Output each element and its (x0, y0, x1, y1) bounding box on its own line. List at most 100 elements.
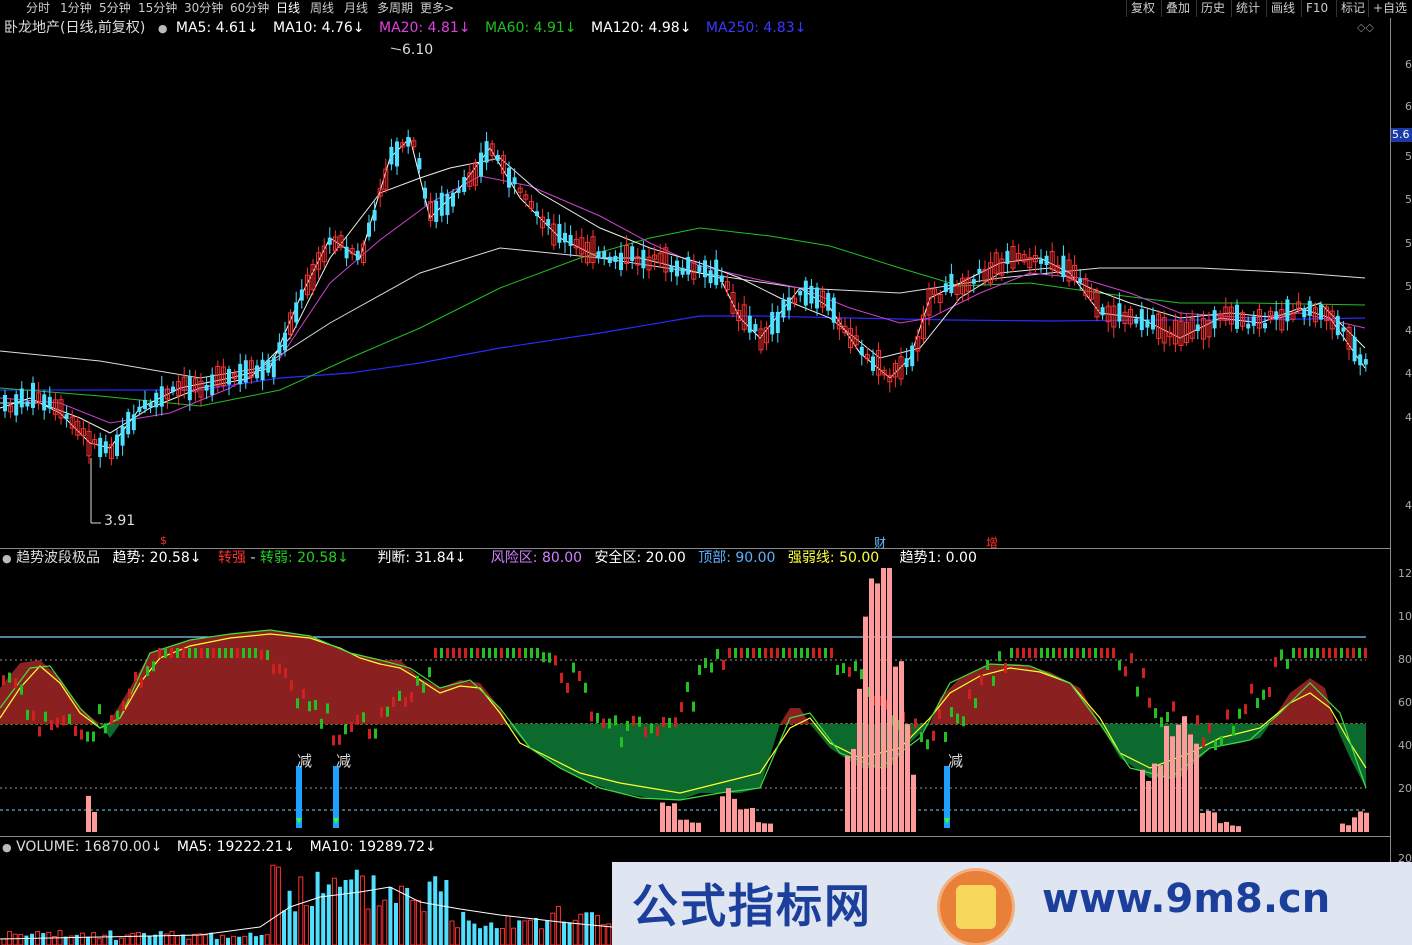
histogram-bar (887, 568, 892, 832)
period-tab-1min[interactable]: 1分钟 (60, 0, 92, 17)
candle-body (484, 141, 489, 163)
oscillator-stick (338, 734, 341, 745)
oscillator-stick (68, 714, 71, 725)
oscillator-stick (950, 707, 953, 718)
btn-mark[interactable]: 标记 (1336, 0, 1369, 17)
candle-body (803, 280, 808, 306)
candle-body (1302, 308, 1307, 318)
oscillator-stick (368, 728, 371, 739)
histogram-bar (696, 822, 701, 832)
watermark-url: www.9m8.cn (1042, 876, 1331, 922)
volume-bar (203, 934, 209, 945)
oscillator-stick (158, 648, 161, 658)
oscillator-stick (662, 717, 665, 728)
period-tab-month[interactable]: 月线 (344, 0, 368, 17)
oscillator-stick (194, 648, 197, 658)
oscillator-stick (530, 648, 533, 658)
candle-body (439, 192, 444, 216)
volume-bar (343, 880, 348, 945)
oscillator-stick (74, 726, 77, 737)
candle-body (1117, 303, 1122, 322)
oscillator-stick (422, 682, 425, 693)
indicator-chart[interactable] (0, 568, 1390, 836)
period-tab-week[interactable]: 周线 (310, 0, 334, 17)
oscillator-stick (1196, 715, 1199, 726)
candle-body (1263, 323, 1267, 329)
period-tab-60min[interactable]: 60分钟 (230, 0, 269, 17)
oscillator-stick (176, 648, 179, 658)
oscillator-stick (806, 648, 809, 658)
oscillator-stick (1058, 648, 1061, 658)
volume-bar (24, 935, 29, 945)
oscillator-stick (626, 720, 629, 731)
candle-body (781, 299, 786, 318)
oscillator-stick (1082, 648, 1085, 658)
volume-bar (338, 886, 342, 945)
btn-fuquan[interactable]: 复权 (1126, 0, 1159, 17)
candle-body (3, 394, 7, 412)
candlestick-chart[interactable] (0, 18, 1390, 548)
volume-bar (461, 911, 466, 945)
event-marker-s[interactable]: $ (160, 534, 167, 547)
btn-stats[interactable]: 统计 (1231, 0, 1264, 17)
volume-chart[interactable] (0, 857, 612, 945)
volume-bar (499, 928, 505, 945)
volume-bar (590, 912, 594, 945)
oscillator-stick (1076, 648, 1079, 658)
candle-body (770, 311, 775, 335)
volume-bar (483, 925, 488, 945)
oscillator-stick (380, 707, 383, 718)
oscillator-stick (848, 666, 851, 677)
oscillator-stick (62, 715, 65, 726)
oscillator-stick (410, 691, 413, 702)
btn-history[interactable]: 历史 (1196, 0, 1229, 17)
period-tab-tick[interactable]: 分时 (26, 0, 50, 17)
oscillator-stick (1016, 648, 1019, 658)
period-tab-day[interactable]: 日线 (276, 0, 300, 17)
period-tab-5min[interactable]: 5分钟 (99, 0, 131, 17)
candle-body (1078, 278, 1083, 283)
volume-settings-dot-icon[interactable]: ● (2, 841, 12, 854)
histogram-bar (1230, 825, 1235, 832)
oscillator-stick (566, 682, 569, 693)
candle-body (1285, 299, 1290, 322)
indicator-tick: 20 (1398, 782, 1412, 795)
oscillator-stick (1142, 668, 1145, 679)
histogram-bar (1176, 724, 1181, 832)
period-tab-30min[interactable]: 30分钟 (184, 0, 223, 17)
oscillator-stick (554, 655, 557, 666)
btn-overlay[interactable]: 叠加 (1161, 0, 1194, 17)
period-tab-more[interactable]: 更多> (420, 0, 454, 17)
oscillator-stick (482, 648, 485, 658)
oscillator-stick (38, 726, 41, 737)
oscillator-stick (386, 706, 389, 717)
volume-bar (376, 905, 382, 945)
volume-ma10-value: MA10: 19289.72↓ (309, 839, 437, 855)
volume-bar (511, 927, 517, 945)
candle-body (568, 234, 573, 246)
trend1-value: 趋势1: 0.00 (899, 550, 977, 566)
btn-draw[interactable]: 画线 (1266, 0, 1299, 17)
candle-body (126, 411, 131, 435)
oscillator-stick (980, 674, 983, 685)
period-tab-15min[interactable]: 15分钟 (138, 0, 177, 17)
indicator-tick: 80 (1398, 653, 1412, 666)
indicator-settings-dot-icon[interactable]: ● (2, 552, 12, 565)
btn-add-watch[interactable]: +自选 (1368, 0, 1411, 17)
candle-body (423, 187, 427, 199)
panel-divider[interactable] (0, 836, 1390, 837)
candle-body (103, 441, 108, 454)
candle-body (753, 324, 758, 332)
oscillator-stick (1220, 735, 1223, 746)
oscillator-stick (1118, 660, 1121, 671)
period-tab-multi[interactable]: 多周期 (377, 0, 413, 17)
oscillator-stick (254, 648, 257, 658)
candle-body (1358, 354, 1363, 366)
histogram-bar (1364, 812, 1369, 832)
candle-body (1145, 319, 1150, 328)
candle-body (294, 302, 299, 323)
oscillator-stick (164, 648, 167, 658)
volume-bar (74, 934, 79, 945)
btn-f10[interactable]: F10 (1301, 0, 1332, 17)
candle-body (31, 382, 35, 408)
